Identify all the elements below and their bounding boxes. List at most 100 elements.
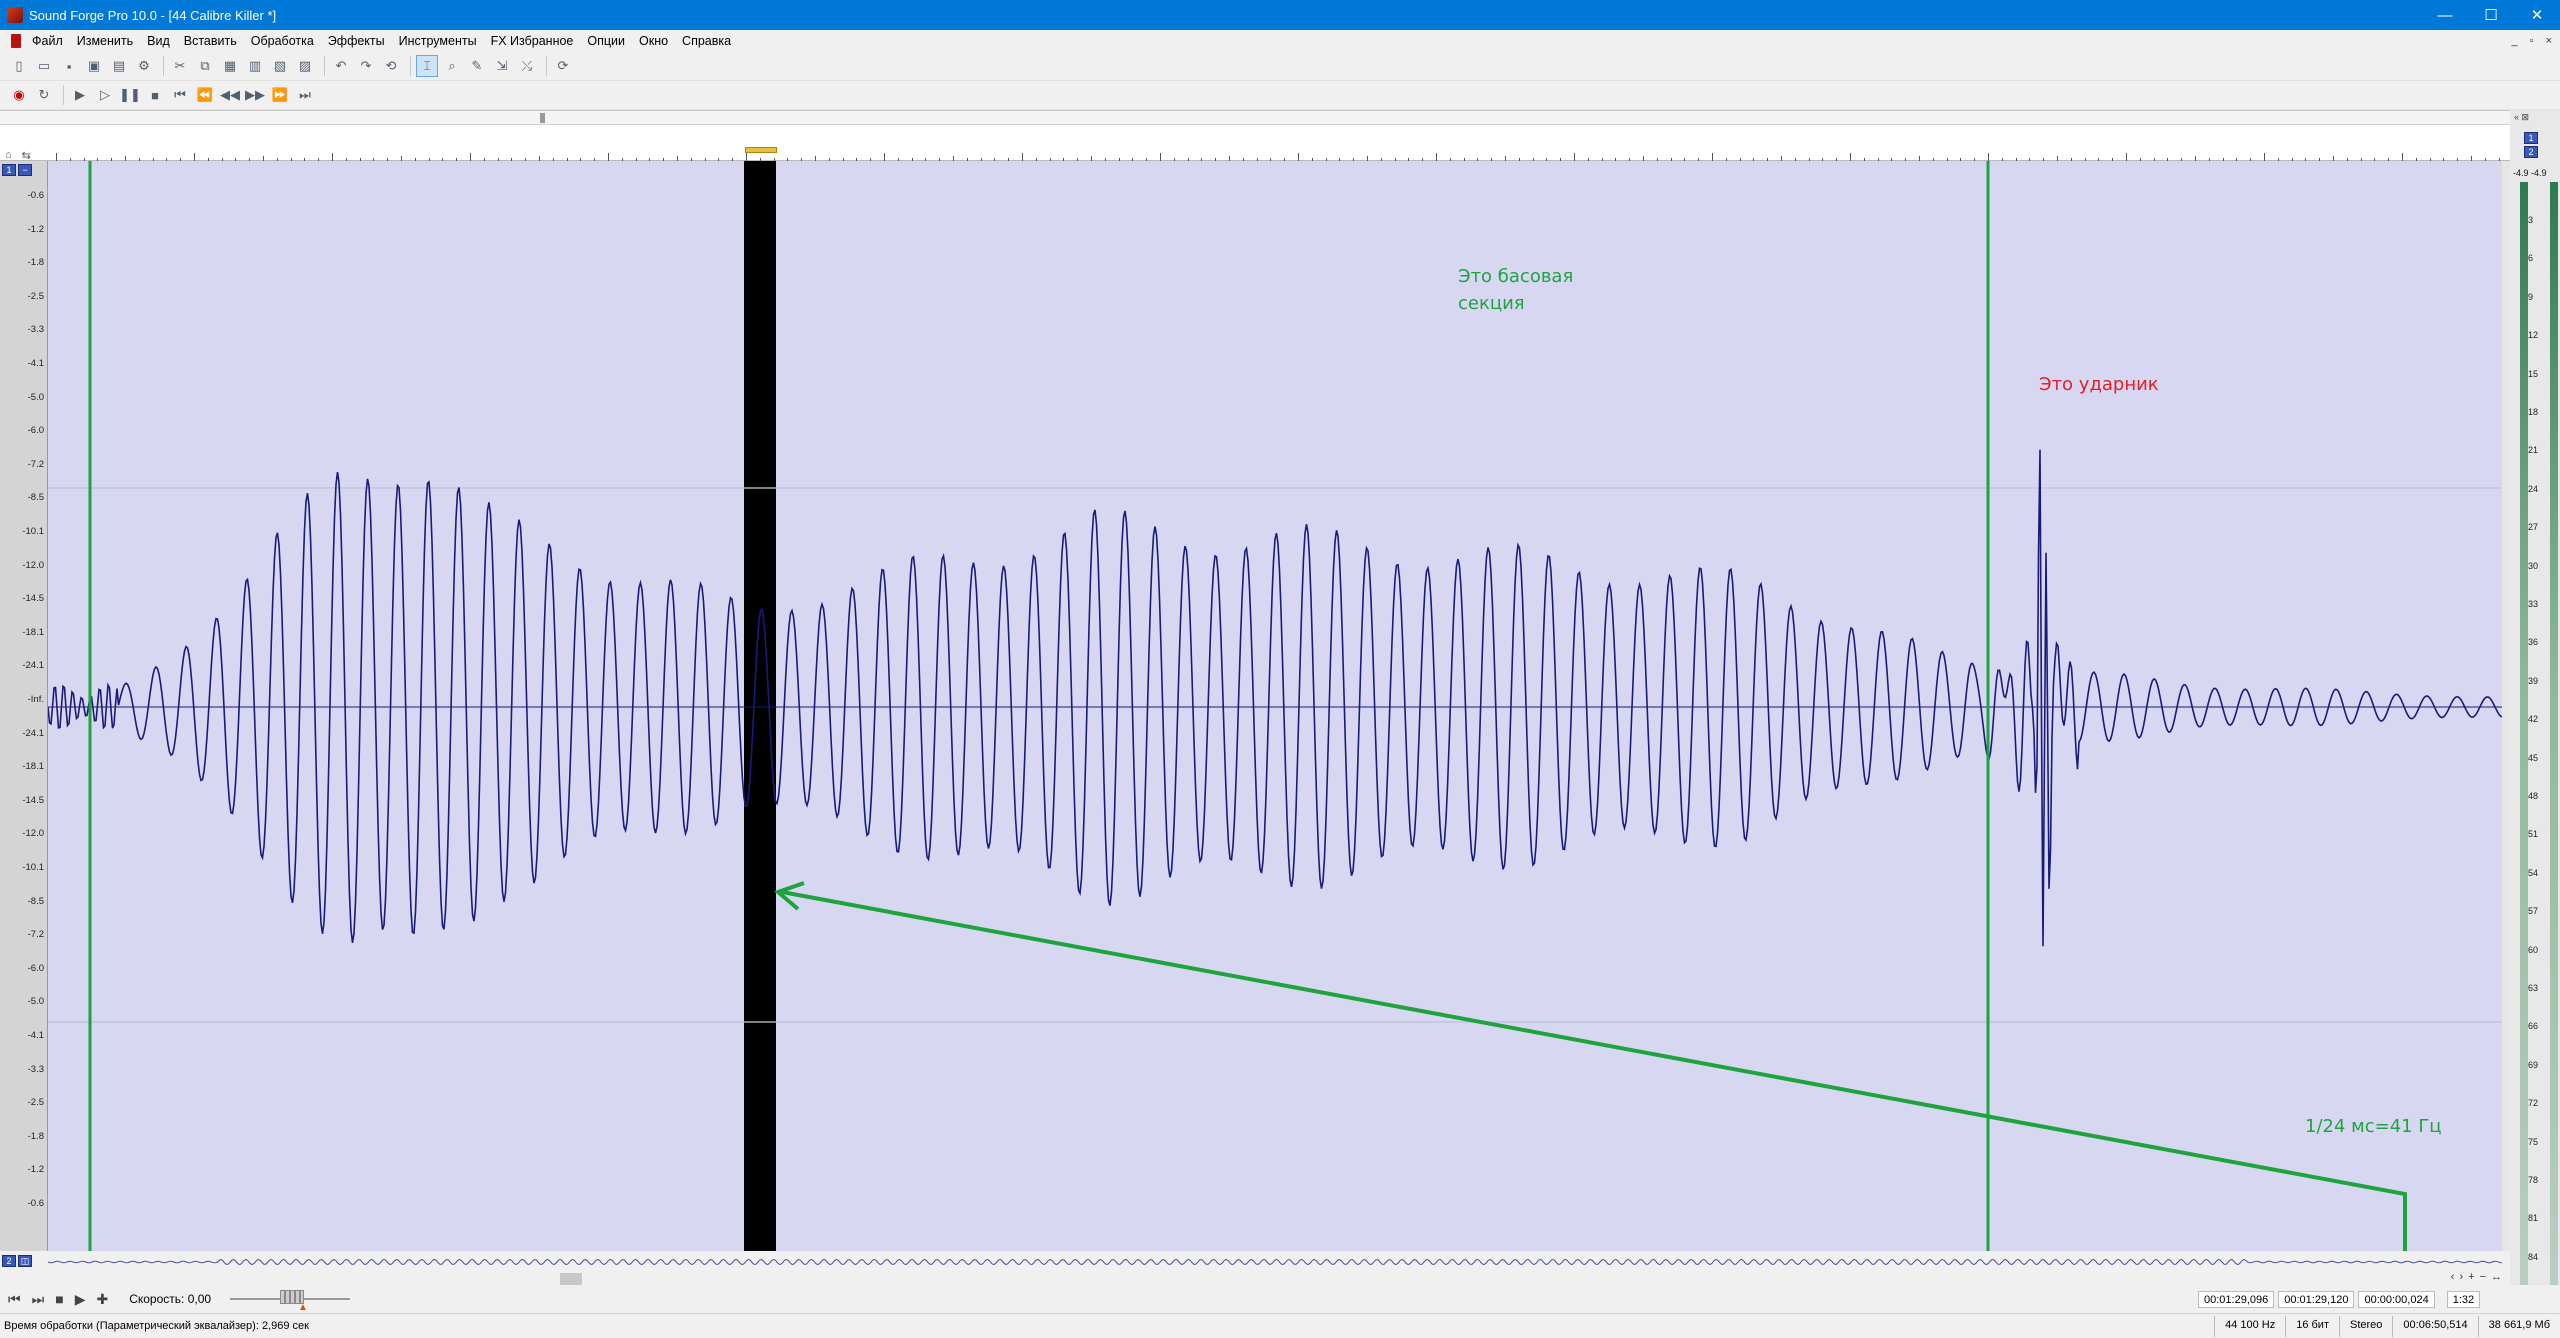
pause-icon[interactable]: ❚❚ — [119, 84, 141, 106]
level-ruler: 1 − -0.6 -1.2 -1.8 -2.5 -3.3 -4.1 -5.0 -6.0 -7.2… — [0, 161, 48, 1251]
selection-length-field[interactable]: 00:00:00,024 — [2358, 1291, 2435, 1308]
selection-start-field[interactable]: 00:01:29,096 — [2198, 1291, 2275, 1308]
play-button[interactable]: ▶ — [75, 1291, 86, 1308]
redo-icon[interactable]: ↷ — [355, 55, 377, 77]
vertical-scrollbar[interactable] — [2502, 161, 2510, 1251]
close-button[interactable]: ✕ — [2514, 0, 2560, 30]
scroll-right-button[interactable]: › — [2459, 1271, 2463, 1283]
ruler-tick: 00:01:30,100 — [2126, 153, 2182, 191]
mdi-restore-button[interactable]: ▫ — [2530, 30, 2534, 52]
next-icon[interactable]: ⏩ — [269, 84, 291, 106]
menu-insert[interactable]: Вставить — [177, 34, 244, 48]
speed-slider[interactable]: ▲ — [230, 1290, 351, 1313]
meter-scale-label: 30 — [2528, 560, 2539, 571]
magnify-tool-icon[interactable]: ⌕ — [441, 55, 463, 77]
render-icon[interactable]: ▤ — [108, 55, 130, 77]
overview-waveform[interactable] — [48, 1255, 2502, 1269]
zoom-in-button[interactable]: + — [2468, 1271, 2474, 1283]
play-plus-button[interactable]: ✚ — [96, 1291, 108, 1308]
sample-rate-cell[interactable]: 44 100 Hz — [2214, 1316, 2285, 1337]
play-all-icon[interactable]: ▶ — [69, 84, 91, 106]
repeat-icon[interactable]: ⟲ — [380, 55, 402, 77]
menu-view[interactable]: Вид — [140, 34, 177, 48]
meters-header[interactable]: « ⊠ — [2514, 112, 2529, 123]
waveform-display[interactable] — [48, 161, 2502, 1251]
menu-edit[interactable]: Изменить — [70, 34, 140, 48]
save-as-icon[interactable]: ▣ — [83, 55, 105, 77]
edit-tool-icon[interactable]: ⌶ — [416, 55, 438, 77]
record-icon[interactable]: ◉ — [8, 84, 30, 106]
menu-options[interactable]: Опции — [580, 34, 632, 48]
fast-forward-icon[interactable]: ▶▶ — [244, 84, 266, 106]
channels-cell[interactable]: Stereo — [2339, 1316, 2392, 1337]
overview-waveform-trace — [48, 1258, 2502, 1266]
document-icon[interactable] — [11, 34, 21, 48]
menu-process[interactable]: Обработка — [244, 34, 321, 48]
stop-icon[interactable]: ■ — [144, 84, 166, 106]
event-tool-icon[interactable]: ⇲ — [491, 55, 513, 77]
prev-icon[interactable]: ⏪ — [194, 84, 216, 106]
meter-scale-label: 57 — [2528, 906, 2539, 917]
level-label: -8.5 — [27, 895, 44, 907]
ruler-tick: 00:01:30,300 — [2402, 153, 2458, 191]
overview-handle[interactable] — [540, 113, 545, 123]
overview-bar[interactable] — [0, 111, 2510, 125]
collapse-button[interactable]: − — [18, 164, 32, 176]
channel-2-button[interactable]: 2 — [2, 1255, 16, 1267]
minimize-button[interactable]: — — [2422, 0, 2468, 30]
bass-annotation: Это басовая секция — [1458, 263, 1573, 317]
bit-depth-cell[interactable]: 16 бит — [2285, 1316, 2339, 1337]
go-start-icon[interactable]: ⏮ — [169, 84, 191, 106]
cursor-marker[interactable] — [745, 147, 777, 153]
paste-icon[interactable]: ▦ — [219, 55, 241, 77]
mdi-close-button[interactable]: × — [2546, 30, 2552, 52]
crop-icon[interactable]: ▨ — [294, 55, 316, 77]
cut-icon[interactable]: ✂ — [169, 55, 191, 77]
menu-tools[interactable]: Инструменты — [392, 34, 484, 48]
scroll-left-button[interactable]: ‹ — [2451, 1271, 2455, 1283]
zoom-fit-button[interactable]: ↔ — [2491, 1271, 2502, 1283]
horizontal-scroll-thumb[interactable] — [560, 1273, 582, 1285]
meter-scale-label: 39 — [2528, 675, 2539, 686]
go-end-icon[interactable]: ⏭ — [294, 84, 316, 106]
zoom-ratio-field[interactable]: 1:32 — [2446, 1291, 2481, 1308]
open-icon[interactable]: ▭ — [33, 55, 55, 77]
menu-fx-favorites[interactable]: FX Избранное — [484, 34, 581, 48]
envelope-tool-icon[interactable]: ⤯ — [516, 55, 538, 77]
ruler-tick: 00:01:29,300 — [1022, 153, 1078, 191]
channel-view-button[interactable]: ◫ — [18, 1255, 32, 1267]
maximize-button[interactable]: ☐ — [2468, 0, 2514, 30]
ruler-tick: 00:01:28,700 — [194, 153, 250, 191]
selection-end-field[interactable]: 00:01:29,120 — [2278, 1291, 2355, 1308]
refresh-icon[interactable]: ⟳ — [552, 55, 574, 77]
play-icon[interactable]: ▷ — [94, 84, 116, 106]
go-end-button[interactable]: ⏭ — [32, 1291, 45, 1308]
stop-button[interactable]: ■ — [55, 1291, 63, 1307]
ruler-tick: 00:01:30,000 — [1988, 153, 2044, 191]
menu-window[interactable]: Окно — [632, 34, 675, 48]
save-icon[interactable]: ▪ — [58, 55, 80, 77]
channel-1-button[interactable]: 1 — [2, 164, 16, 176]
new-icon[interactable]: ▯ — [8, 55, 30, 77]
meter-channel-2-button[interactable]: 2 — [2524, 146, 2538, 158]
loop-icon[interactable]: ↻ — [33, 84, 55, 106]
copy-icon[interactable]: ⧉ — [194, 55, 216, 77]
window-controls: — ☐ ✕ — [2422, 0, 2560, 30]
undo-icon[interactable]: ↶ — [330, 55, 352, 77]
rewind-icon[interactable]: ◀◀ — [219, 84, 241, 106]
status-bar: Время обработки (Параметрический эквалай… — [0, 1313, 2560, 1338]
mdi-minimize-button[interactable]: _ — [2512, 30, 2518, 52]
time-ruler[interactable]: ⌂ ⇆ 00:01:28,60000:01:28,70000:01:28,800… — [0, 125, 2528, 191]
go-start-button[interactable]: ⏮ — [8, 1291, 21, 1308]
level-label: -0.6 — [27, 190, 44, 201]
menu-file[interactable]: Файл — [25, 34, 70, 48]
menu-help[interactable]: Справка — [675, 34, 738, 48]
properties-icon[interactable]: ⚙ — [133, 55, 155, 77]
meter-channel-1-button[interactable]: 1 — [2524, 132, 2538, 144]
pencil-tool-icon[interactable]: ✎ — [466, 55, 488, 77]
mix-icon[interactable]: ▧ — [269, 55, 291, 77]
level-label: -6.0 — [27, 962, 44, 974]
menu-effects[interactable]: Эффекты — [321, 34, 392, 48]
zoom-out-button[interactable]: − — [2480, 1271, 2486, 1283]
paste-special-icon[interactable]: ▥ — [244, 55, 266, 77]
